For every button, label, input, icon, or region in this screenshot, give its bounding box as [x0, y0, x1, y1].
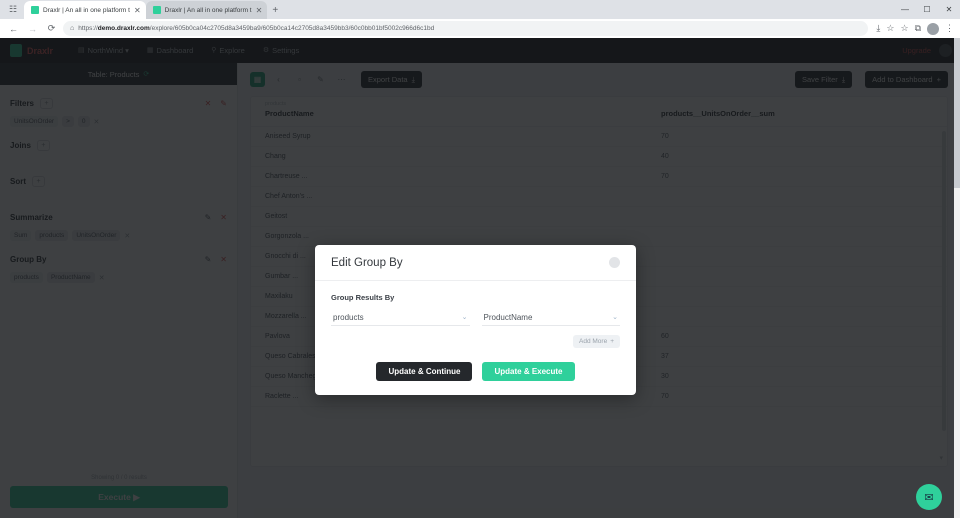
share-icon[interactable]: ⤓ [876, 23, 880, 34]
modal-actions: Update & Continue Update & Execute [331, 362, 620, 381]
extensions-icon[interactable]: ⧉ [915, 23, 921, 34]
page-root: ☷ Draxlr | An all in one platform t ✕ Dr… [0, 0, 960, 518]
chevron-down-icon: ⌄ [461, 314, 468, 321]
modal-header: Edit Group By [315, 245, 636, 281]
browser-tab-2[interactable]: Draxlr | An all in one platform t ✕ [145, 1, 268, 19]
edit-group-by-modal: Edit Group By Group Results By products … [315, 245, 636, 395]
application: Draxlr ▤ NorthWind ▾ ▦ Dashboard ⚲ Explo… [0, 38, 960, 518]
window-close-icon[interactable]: ✕ [938, 5, 960, 14]
table-select-value: products [333, 312, 364, 322]
add-more-row: Add More + [331, 335, 620, 348]
tab-title: Draxlr | An all in one platform t [164, 6, 252, 14]
add-more-label: Add More [579, 338, 608, 345]
add-more-button[interactable]: Add More + [573, 335, 620, 348]
tab-search-icon[interactable]: ☷ [2, 0, 24, 19]
browser-menu-icon[interactable]: ⋮ [945, 23, 954, 34]
chat-widget-button[interactable]: ✉ [916, 484, 942, 510]
new-tab-button[interactable]: + [267, 1, 283, 19]
minimize-icon[interactable]: — [894, 5, 916, 14]
forward-icon[interactable]: → [25, 21, 40, 36]
browser-chrome: ☷ Draxlr | An all in one platform t ✕ Dr… [0, 0, 960, 38]
bookmark-icon[interactable]: ☆ [886, 23, 894, 34]
update-and-execute-button[interactable]: Update & Execute [482, 362, 575, 381]
column-select[interactable]: ProductName ⌄ [481, 309, 620, 326]
page-scrollbar[interactable] [954, 38, 960, 518]
reload-icon[interactable]: ⟳ [44, 21, 59, 36]
close-icon[interactable]: ✕ [256, 6, 263, 15]
modal-body: Group Results By products ⌄ ProductName … [315, 281, 636, 395]
plus-icon: + [610, 338, 614, 345]
lock-icon: ⌂ [70, 25, 75, 32]
chevron-down-icon: ⌄ [612, 314, 618, 321]
browser-action-icons: ⤓ ☆ ☆ ⧉ ⋮ [872, 22, 954, 35]
close-icon[interactable] [609, 257, 620, 268]
back-icon[interactable]: ← [6, 21, 21, 36]
profile-avatar[interactable] [927, 22, 939, 35]
address-bar[interactable]: ⌂ https://demo.draxlr.com/explore/605b0c… [63, 21, 869, 36]
update-and-continue-button[interactable]: Update & Continue [376, 362, 473, 381]
tab-title: Draxlr | An all in one platform t [43, 6, 130, 14]
maximize-icon[interactable]: ☐ [916, 5, 938, 14]
column-select-value: ProductName [483, 312, 533, 322]
window-controls: — ☐ ✕ [894, 0, 960, 19]
modal-title: Edit Group By [331, 256, 403, 269]
favicon-icon [152, 6, 161, 14]
group-results-by-label: Group Results By [331, 293, 395, 302]
browser-tab-1[interactable]: Draxlr | An all in one platform t ✕ [24, 1, 146, 19]
url-text: https://demo.draxlr.com/explore/605b0ca0… [78, 25, 435, 32]
group-by-selects: products ⌄ ProductName ⌄ [331, 309, 620, 326]
star-icon[interactable]: ☆ [900, 23, 908, 34]
browser-toolbar: ← → ⟳ ⌂ https://demo.draxlr.com/explore/… [0, 19, 960, 38]
table-select[interactable]: products ⌄ [331, 309, 470, 326]
close-icon[interactable]: ✕ [134, 6, 141, 15]
browser-tabstrip: ☷ Draxlr | An all in one platform t ✕ Dr… [0, 0, 960, 19]
favicon-icon [31, 6, 39, 14]
